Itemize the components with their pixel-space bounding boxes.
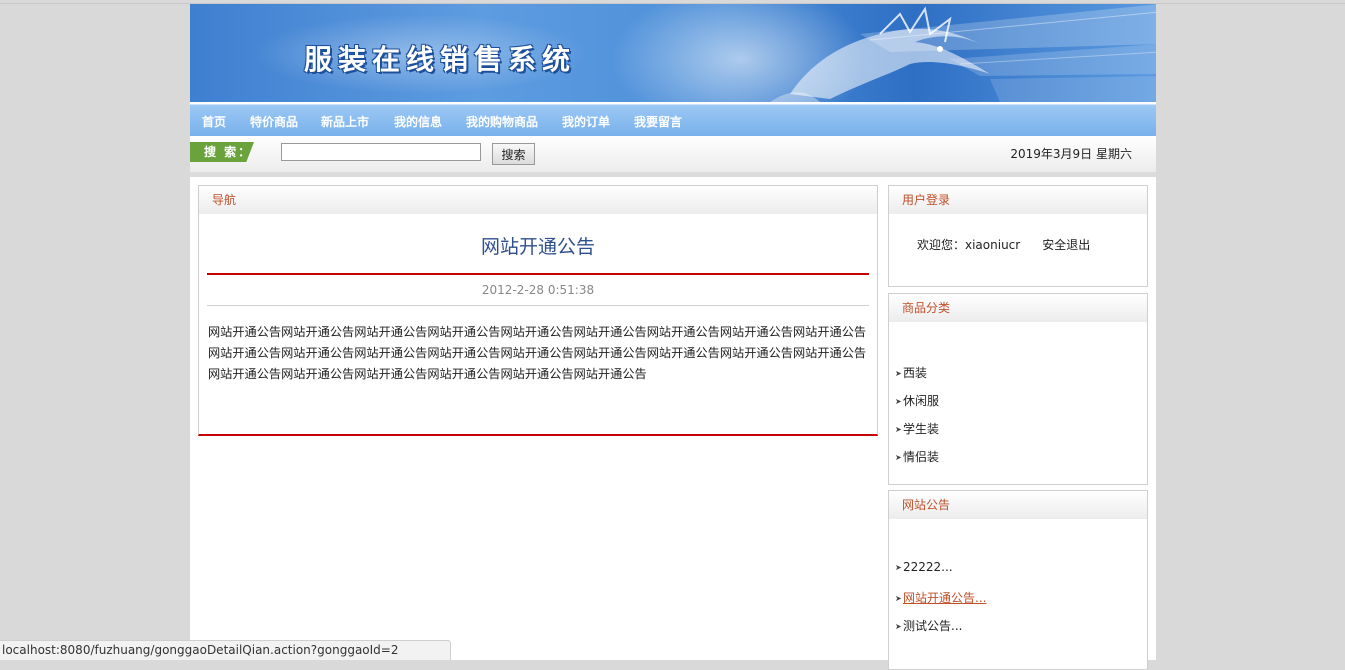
category-item[interactable]: ➤西装	[895, 364, 927, 381]
bullet-icon: ➤	[895, 425, 902, 434]
announcement-item[interactable]: ➤测试公告...	[895, 617, 962, 634]
bullet-icon: ➤	[895, 594, 902, 603]
current-date: 2019年3月9日 星期六	[1010, 147, 1132, 161]
nav-my-orders[interactable]: 我的订单	[562, 113, 610, 130]
category-item[interactable]: ➤情侣装	[895, 448, 939, 465]
announcement-item[interactable]: ➤22222...	[895, 560, 953, 574]
nav-home[interactable]: 首页	[202, 113, 226, 130]
category-panel: 商品分类 ➤西装 ➤休闲服 ➤学生装 ➤情侣装	[888, 293, 1148, 485]
divider	[207, 273, 869, 275]
bullet-icon: ➤	[895, 453, 902, 462]
notice-detail-panel: 导航 网站开通公告 2012-2-28 0:51:38 网站开通公告网站开通公告…	[198, 185, 878, 436]
nav-new-arrivals[interactable]: 新品上市	[321, 113, 369, 130]
nav-leave-message[interactable]: 我要留言	[634, 113, 682, 130]
bullet-icon: ➤	[895, 563, 902, 572]
category-item[interactable]: ➤学生装	[895, 420, 939, 437]
site-title: 服装在线销售系统	[304, 43, 577, 76]
login-status: 欢迎您：xiaoniucr 安全退出	[917, 236, 1090, 253]
welcome-text: 欢迎您：xiaoniucr	[917, 238, 1021, 252]
search-button[interactable]: 搜索	[492, 143, 535, 165]
main-nav: 首页 特价商品 新品上市 我的信息 我的购物商品 我的订单 我要留言	[190, 104, 1156, 136]
browser-status-bar: localhost:8080/fuzhuang/gonggaoDetailQia…	[0, 640, 451, 660]
announcement-panel: 网站公告 ➤22222... ➤网站开通公告... ➤测试公告...	[888, 490, 1148, 670]
announcement-item[interactable]: ➤网站开通公告...	[895, 589, 986, 606]
notice-body: 网站开通公告网站开通公告网站开通公告网站开通公告网站开通公告网站开通公告网站开通…	[208, 325, 867, 381]
bullet-icon: ➤	[895, 369, 902, 378]
site-banner: 服装在线销售系统	[190, 4, 1156, 102]
search-bar: 搜 索： 搜索 2019年3月9日 星期六	[190, 136, 1156, 177]
bullet-icon: ➤	[895, 397, 902, 406]
panel-title: 导航	[199, 186, 877, 214]
notice-title: 网站开通公告	[480, 236, 595, 258]
search-label: 搜 索：	[190, 142, 254, 162]
panel-title: 商品分类	[889, 294, 1147, 322]
divider	[207, 305, 869, 306]
notice-timestamp: 2012-2-28 0:51:38	[481, 283, 595, 297]
nav-my-info[interactable]: 我的信息	[394, 113, 442, 130]
user-login-panel: 用户登录 欢迎您：xiaoniucr 安全退出	[888, 185, 1148, 287]
page-container: 服装在线销售系统 首页 特价商品 新品上市 我的信息 我的购物商品 我的订单 我…	[190, 4, 1156, 670]
logout-link[interactable]: 安全退出	[1042, 238, 1090, 252]
bullet-icon: ➤	[895, 622, 902, 631]
nav-specials[interactable]: 特价商品	[250, 113, 298, 130]
dragon-graphic	[770, 6, 990, 102]
panel-title: 用户登录	[889, 186, 1147, 214]
category-item[interactable]: ➤休闲服	[895, 392, 939, 409]
search-input[interactable]	[281, 143, 481, 161]
nav-my-cart[interactable]: 我的购物商品	[466, 113, 538, 130]
panel-title: 网站公告	[889, 491, 1147, 519]
